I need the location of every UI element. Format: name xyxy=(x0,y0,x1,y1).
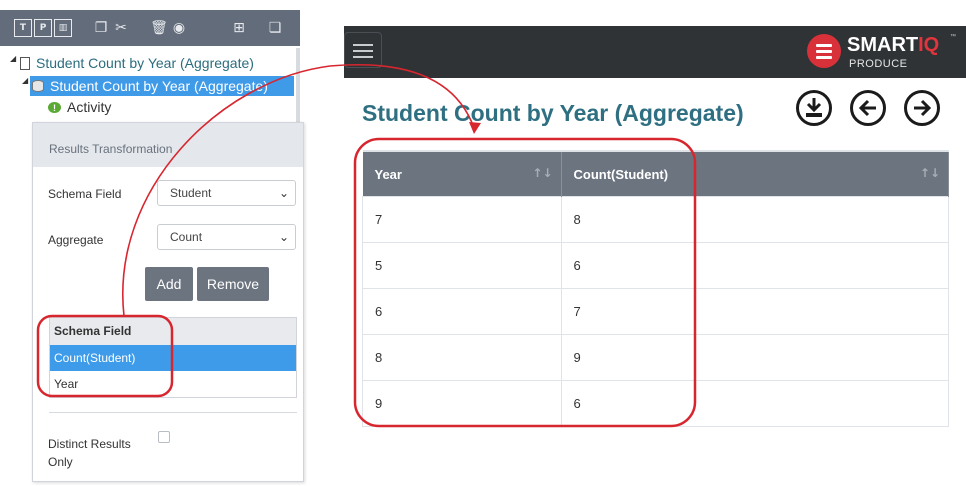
database-icon xyxy=(32,80,44,92)
tree-item-page[interactable]: Student Count by Year (Aggregate) xyxy=(20,53,254,73)
aggregate-label: Aggregate xyxy=(48,233,104,247)
table-row: 89 xyxy=(362,334,949,381)
download-icon xyxy=(806,98,822,117)
table-cell: 9 xyxy=(561,334,949,381)
design-tree: ◢ Student Count by Year (Aggregate) ◢ St… xyxy=(0,48,300,128)
chevron-down-icon: ⌄ xyxy=(278,186,289,200)
results-table: Year ↑↓ Count(Student) ↑↓ 78 56 67 89 96 xyxy=(362,150,949,427)
table-cell: 6 xyxy=(362,288,562,335)
logo-text: SMARTIQ xyxy=(847,34,939,57)
column-header-count[interactable]: Count(Student) ↑↓ xyxy=(561,150,949,197)
chevron-down-icon: ⌄ xyxy=(278,230,289,244)
logo-accent: IQ xyxy=(918,34,940,56)
expand-caret-icon[interactable]: ◢ xyxy=(22,76,28,85)
tree-item-activity[interactable]: Activity xyxy=(48,97,112,118)
tree-item-label: Student Count by Year (Aggregate) xyxy=(50,78,268,94)
copy-icon[interactable]: ❐ xyxy=(92,19,110,37)
remove-button[interactable]: Remove xyxy=(197,267,269,301)
expand-caret-icon[interactable]: ◢ xyxy=(10,54,16,63)
table-cell: 9 xyxy=(362,380,562,427)
logo-icon xyxy=(807,34,841,68)
back-button[interactable] xyxy=(850,90,886,126)
cut-icon[interactable]: ✂ xyxy=(112,19,130,37)
designer-toolbar: T P ▥ ❐ ✂ 🗑 ◉ ⊞ ❏ xyxy=(0,10,300,46)
divider xyxy=(49,412,297,413)
arrow-right-icon xyxy=(914,99,932,117)
table-cell: 7 xyxy=(561,288,949,335)
results-transformation-panel: Results Transformation Schema Field Stud… xyxy=(32,122,304,482)
download-button[interactable] xyxy=(796,90,832,126)
duplicate-icon[interactable]: ❏ xyxy=(266,19,284,37)
table-header: Schema Field xyxy=(50,318,296,345)
page-title: Student Count by Year (Aggregate) xyxy=(362,100,744,126)
page-icon xyxy=(20,57,30,70)
list-item[interactable]: Year xyxy=(50,371,296,397)
tree-item-datasource[interactable]: Student Count by Year (Aggregate) xyxy=(30,76,294,96)
paragraph-block-icon[interactable]: P xyxy=(34,19,52,37)
aggregate-value: Count xyxy=(170,230,203,244)
comment-icon xyxy=(48,98,61,118)
logo-main: SMART xyxy=(847,34,919,56)
table-row: 56 xyxy=(362,242,949,289)
table-cell: 6 xyxy=(561,242,949,289)
delete-icon[interactable]: 🗑 xyxy=(150,19,168,37)
add-page-icon[interactable]: ⊞ xyxy=(230,19,248,37)
forward-button[interactable] xyxy=(904,90,940,126)
table-row: 78 xyxy=(362,196,949,243)
distinct-results-checkbox[interactable] xyxy=(158,431,170,443)
schema-field-select[interactable]: Student ⌄ xyxy=(157,180,296,206)
arrow-left-icon xyxy=(858,99,876,117)
columns-icon[interactable]: ▥ xyxy=(54,19,72,37)
schema-field-value: Student xyxy=(170,186,212,200)
column-header-year[interactable]: Year ↑↓ xyxy=(362,150,562,197)
list-item[interactable]: Count(Student) xyxy=(50,345,296,371)
hamburger-menu-button[interactable] xyxy=(344,32,382,68)
sort-icon[interactable]: ↑↓ xyxy=(920,166,940,180)
schema-field-table: Schema Field Count(Student) Year xyxy=(49,317,297,398)
add-button[interactable]: Add xyxy=(145,267,193,301)
tree-item-label: Student Count by Year (Aggregate) xyxy=(36,55,254,71)
text-block-icon[interactable]: T xyxy=(14,19,32,37)
tree-item-label: Activity xyxy=(67,99,112,115)
table-cell: 6 xyxy=(561,380,949,427)
panel-title: Results Transformation xyxy=(33,123,303,167)
table-row: 96 xyxy=(362,380,949,427)
app-header: SMARTIQ ™ PRODUCE xyxy=(344,26,966,78)
column-header-label: Year xyxy=(374,166,402,182)
table-cell: 8 xyxy=(362,334,562,381)
table-row: 67 xyxy=(362,288,949,335)
hide-icon[interactable]: ◉ xyxy=(170,19,188,37)
table-cell: 5 xyxy=(362,242,562,289)
column-header-label: Count(Student) xyxy=(573,166,669,182)
table-cell: 8 xyxy=(561,196,949,243)
logo-subtitle: PRODUCE xyxy=(849,58,908,70)
aggregate-select[interactable]: Count ⌄ xyxy=(157,224,296,250)
trademark: ™ xyxy=(950,34,956,40)
table-cell: 7 xyxy=(362,196,562,243)
schema-field-label: Schema Field xyxy=(48,187,122,201)
distinct-results-label: Distinct Results Only xyxy=(48,437,131,469)
sort-icon[interactable]: ↑↓ xyxy=(532,166,552,180)
